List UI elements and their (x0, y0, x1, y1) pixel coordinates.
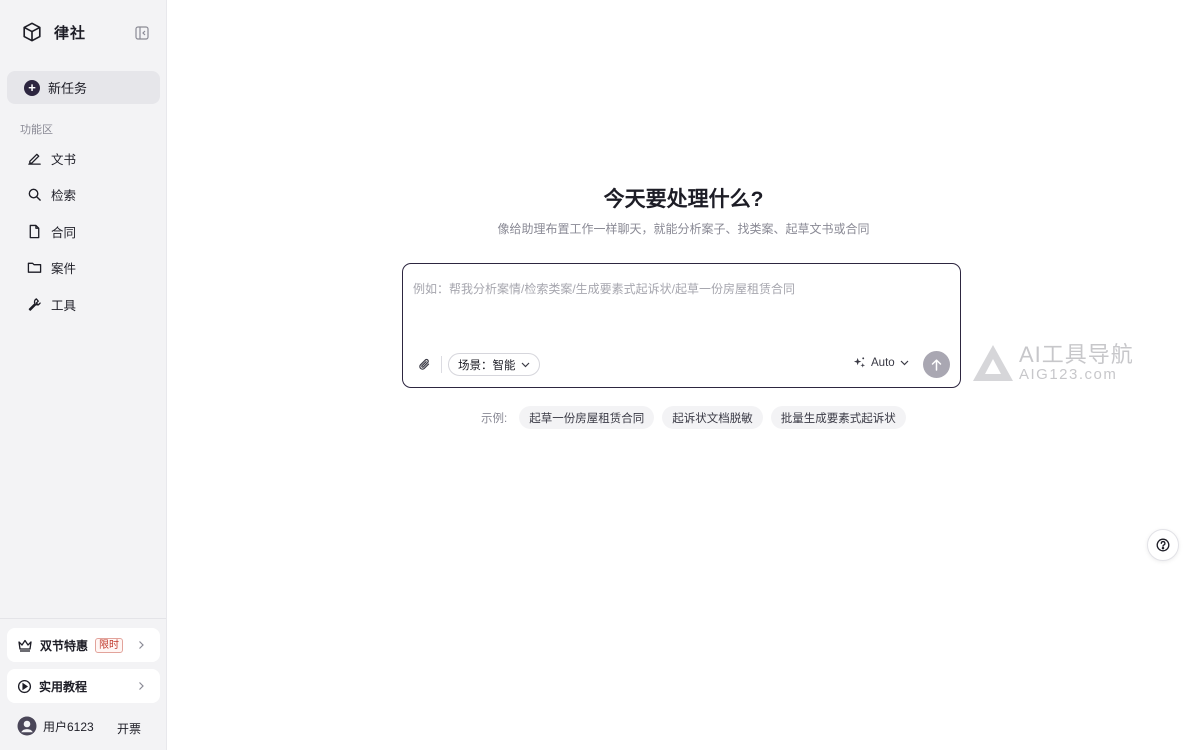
sidebar-item-contracts[interactable]: 合同 (7, 216, 160, 246)
promo-card[interactable]: 双节特惠 限时 (7, 628, 160, 662)
avatar (17, 716, 37, 736)
example-chip[interactable]: 起诉状文档脱敏 (662, 406, 763, 429)
tutorial-card[interactable]: 实用教程 (7, 669, 160, 703)
composer: 场景：智能 Auto (402, 263, 961, 388)
user-name: 用户6123 (43, 719, 94, 734)
watermark-title: AI工具导航 (1019, 342, 1134, 367)
user-profile[interactable]: 用户6123 (17, 716, 94, 736)
play-circle-icon (17, 679, 32, 694)
sidebar-item-label: 文书 (51, 152, 77, 167)
new-task-label: 新任务 (48, 81, 88, 96)
send-button[interactable] (923, 351, 950, 378)
search-icon (26, 187, 42, 203)
sidebar-item-label: 检索 (51, 189, 77, 203)
sidebar: 律社 + 新任务 功能区 文书 检索 合同 案件 工具 双节特惠 限时 实用教程… (0, 0, 167, 750)
chevron-down-icon (521, 362, 530, 368)
watermark: AI工具导航 AIG123.com (971, 343, 1134, 383)
page-subtitle: 像给助理布置工作一样聊天，就能分析案子、找类案、起草文书或合同 (497, 222, 870, 236)
chevron-right-icon (138, 638, 148, 652)
plus-icon: + (24, 79, 40, 96)
chevron-right-icon (138, 679, 148, 693)
example-chip[interactable]: 批量生成要素式起诉状 (770, 406, 906, 429)
sidebar-item-search[interactable]: 检索 (7, 180, 160, 210)
wrench-icon (26, 296, 42, 312)
sidebar-divider (0, 618, 166, 619)
example-chip[interactable]: 起草一份房屋租赁合同 (519, 406, 655, 429)
brand-name: 律社 (54, 24, 87, 42)
sparkle-icon (853, 356, 866, 369)
model-select[interactable]: Auto (853, 356, 909, 369)
limited-badge: 限时 (95, 637, 124, 653)
paperclip-icon[interactable] (416, 356, 432, 372)
pen-icon (26, 150, 42, 166)
sidebar-item-cases[interactable]: 案件 (7, 253, 160, 283)
scene-select[interactable]: 场景：智能 (448, 353, 540, 376)
crown-icon (17, 638, 33, 652)
help-button[interactable] (1147, 529, 1179, 561)
new-task-button[interactable]: + 新任务 (7, 71, 160, 104)
tutorial-label: 实用教程 (39, 679, 88, 694)
scene-label: 场景：智能 (458, 359, 516, 372)
sidebar-item-label: 案件 (51, 262, 77, 276)
brand[interactable]: 律社 (20, 20, 86, 44)
sidebar-item-documents[interactable]: 文书 (7, 143, 160, 173)
cube-icon (20, 20, 44, 44)
folder-icon (26, 260, 42, 276)
promo-label: 双节特惠 (40, 638, 89, 653)
help-icon (1156, 538, 1170, 552)
sidebar-item-tools[interactable]: 工具 (7, 289, 160, 319)
section-label: 功能区 (20, 124, 53, 136)
divider (441, 356, 442, 373)
examples-label: 示例: (481, 412, 508, 425)
sidebar-nav: 文书 检索 合同 案件 工具 (7, 143, 160, 326)
invoice-link[interactable]: 开票 (117, 720, 141, 737)
sidebar-collapse-icon[interactable] (134, 25, 150, 41)
sidebar-item-label: 工具 (51, 298, 77, 313)
model-label: Auto (871, 356, 895, 369)
document-icon (26, 223, 42, 239)
page-title: 今天要处理什么? (603, 188, 764, 211)
arrow-up-icon (931, 358, 942, 371)
watermark-subtitle: AIG123.com (1019, 366, 1118, 383)
sidebar-item-label: 合同 (51, 225, 77, 240)
examples-row: 示例: 起草一份房屋租赁合同 起诉状文档脱敏 批量生成要素式起诉状 (481, 406, 906, 429)
watermark-logo-icon (971, 343, 1015, 383)
chevron-down-icon (900, 360, 909, 366)
prompt-input[interactable] (413, 280, 948, 340)
